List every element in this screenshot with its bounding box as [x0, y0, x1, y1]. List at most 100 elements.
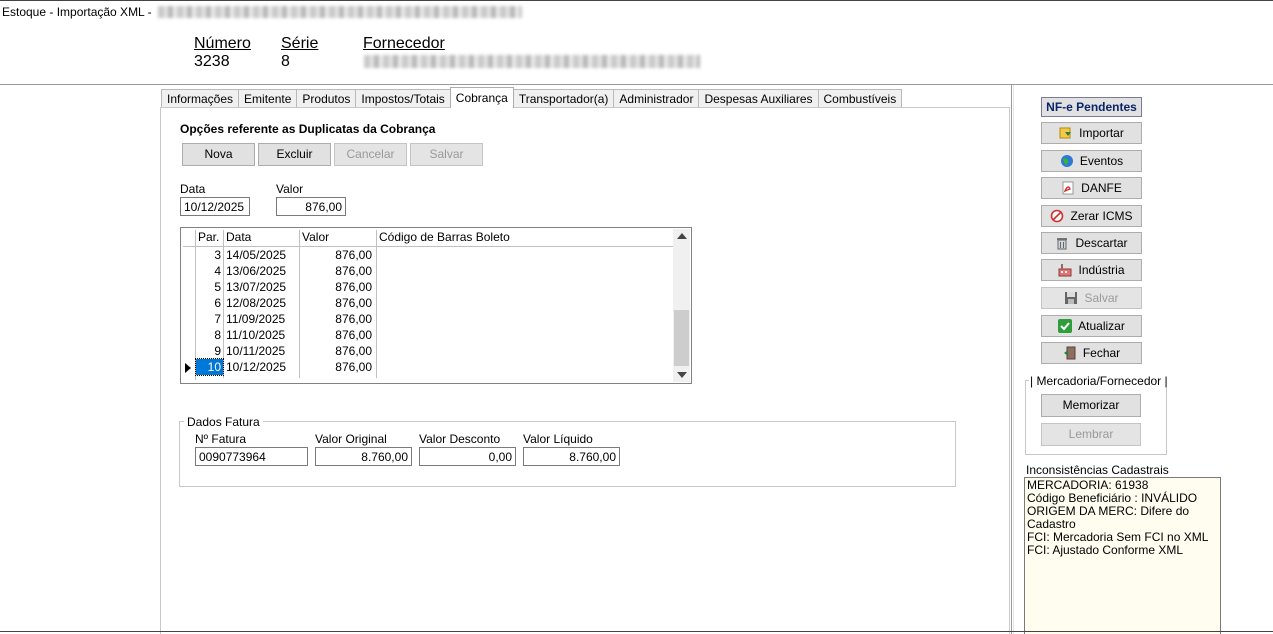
tab-emitente[interactable]: Emitente [238, 89, 298, 108]
danfe-label: DANFE [1081, 181, 1122, 195]
scroll-thumb[interactable] [674, 310, 689, 366]
data-input[interactable]: 10/12/2025 [180, 197, 250, 216]
cell-par[interactable]: 6 [196, 295, 223, 311]
save-icon [1064, 291, 1078, 305]
cell-par[interactable]: 5 [196, 279, 223, 295]
scroll-up-icon[interactable] [677, 233, 687, 239]
tab-strip: Informações Emitente Produtos Impostos/T… [161, 87, 903, 108]
importar-button[interactable]: Importar [1041, 122, 1142, 144]
tab-informacoes[interactable]: Informações [161, 89, 240, 108]
atualizar-label: Atualizar [1078, 319, 1125, 333]
cell-data[interactable]: 11/10/2025 [226, 327, 298, 343]
valor-liquido-input[interactable]: 8.760,00 [523, 447, 620, 466]
dados-fatura-title: Dados Fatura [184, 415, 263, 429]
valor-original-input[interactable]: 8.760,00 [315, 447, 412, 466]
header-divider [0, 84, 1273, 85]
cell-data[interactable]: 12/08/2025 [226, 295, 298, 311]
importar-label: Importar [1079, 126, 1124, 140]
valor-desconto-label: Valor Desconto [419, 432, 501, 446]
cell-codigo[interactable] [379, 343, 669, 359]
nova-button[interactable]: Nova [182, 143, 255, 166]
cell-data[interactable]: 10/11/2025 [226, 343, 298, 359]
tab-produtos[interactable]: Produtos [296, 89, 357, 108]
cell-data[interactable]: 14/05/2025 [226, 247, 298, 263]
tab-administrador[interactable]: Administrador [613, 89, 700, 108]
table-row[interactable]: 3 14/05/2025 876,00 [181, 247, 673, 263]
cell-data[interactable]: 13/06/2025 [226, 263, 298, 279]
table-row[interactable]: 8 11/10/2025 876,00 [181, 327, 673, 343]
tab-combustiveis[interactable]: Combustíveis [817, 89, 903, 108]
cell-codigo[interactable] [379, 279, 669, 295]
nfe-pendentes-button[interactable]: NF-e Pendentes [1041, 97, 1142, 117]
descartar-label: Descartar [1075, 236, 1128, 250]
descartar-button[interactable]: Descartar [1041, 232, 1142, 254]
cell-codigo[interactable] [379, 327, 669, 343]
zerar-icms-button[interactable]: Zerar ICMS [1041, 205, 1142, 227]
globe-icon [1060, 154, 1074, 168]
cell-codigo[interactable] [379, 359, 669, 375]
cell-codigo[interactable] [379, 295, 669, 311]
cell-valor[interactable]: 876,00 [300, 247, 374, 263]
cell-valor[interactable]: 876,00 [300, 311, 374, 327]
n-fatura-input[interactable]: 0090773964 [195, 447, 308, 466]
table-row[interactable]: 9 10/11/2025 876,00 [181, 343, 673, 359]
valor-original-label: Valor Original [315, 432, 387, 446]
valor-desconto-input[interactable]: 0,00 [419, 447, 516, 466]
inconsistencias-memo[interactable]: MERCADORIA: 61938 Código Beneficiário : … [1024, 477, 1221, 634]
col-valor[interactable]: Valor [300, 230, 377, 246]
duplicatas-grid[interactable]: Par. Data Valor Código de Barras Boleto … [180, 227, 692, 384]
memorizar-button[interactable]: Memorizar [1041, 394, 1141, 417]
table-row[interactable]: 5 13/07/2025 876,00 [181, 279, 673, 295]
danfe-button[interactable]: DANFE [1041, 177, 1142, 199]
cell-valor[interactable]: 876,00 [300, 327, 374, 343]
col-codigo-barras[interactable]: Código de Barras Boleto [377, 230, 673, 246]
table-row[interactable]: 6 12/08/2025 876,00 [181, 295, 673, 311]
valor-liquido-label: Valor Líquido [523, 432, 593, 446]
cell-data[interactable]: 11/09/2025 [226, 311, 298, 327]
table-row[interactable]: 10 10/12/2025 876,00 [181, 358, 673, 376]
cell-data[interactable]: 13/07/2025 [226, 279, 298, 295]
cell-par[interactable]: 9 [196, 343, 223, 359]
tab-impostos-totais[interactable]: Impostos/Totais [355, 89, 451, 108]
door-exit-icon [1063, 346, 1077, 360]
prohibited-icon [1050, 209, 1064, 223]
table-row[interactable]: 4 13/06/2025 876,00 [181, 263, 673, 279]
scroll-down-icon[interactable] [677, 372, 687, 378]
excluir-button[interactable]: Excluir [258, 143, 331, 166]
cell-codigo[interactable] [379, 263, 669, 279]
section-title: Opções referente as Duplicatas da Cobran… [180, 122, 436, 136]
grid-scrollbar[interactable] [673, 229, 690, 382]
industria-button[interactable]: Indústria [1041, 259, 1142, 281]
cell-data[interactable]: 10/12/2025 [226, 359, 298, 375]
window-title: Estoque - Importação XML - [2, 5, 152, 19]
cell-par[interactable]: 4 [196, 263, 223, 279]
cell-par[interactable]: 3 [196, 247, 223, 263]
cell-valor[interactable]: 876,00 [300, 359, 374, 375]
cancelar-button[interactable]: Cancelar [334, 143, 407, 166]
cell-par[interactable]: 10 [195, 358, 224, 376]
tab-cobranca[interactable]: Cobrança [449, 87, 514, 108]
cell-valor[interactable]: 876,00 [300, 295, 374, 311]
cell-par[interactable]: 8 [196, 327, 223, 343]
cell-codigo[interactable] [379, 247, 669, 263]
cell-valor[interactable]: 876,00 [300, 279, 374, 295]
col-par[interactable]: Par. [196, 230, 224, 246]
trash-icon [1055, 236, 1069, 250]
tab-despesas-auxiliares[interactable]: Despesas Auxiliares [698, 89, 819, 108]
table-row[interactable]: 7 11/09/2025 876,00 [181, 311, 673, 327]
sidebar-divider [1011, 85, 1012, 634]
tab-transportador[interactable]: Transportador(a) [512, 89, 615, 108]
eventos-label: Eventos [1079, 154, 1124, 168]
valor-input[interactable]: 876,00 [276, 197, 346, 216]
cell-codigo[interactable] [379, 311, 669, 327]
atualizar-button[interactable]: Atualizar [1041, 315, 1142, 337]
fechar-button[interactable]: Fechar [1041, 342, 1142, 364]
col-data[interactable]: Data [224, 230, 300, 246]
salvar-sidebar-button[interactable]: Salvar [1041, 287, 1142, 309]
cell-valor[interactable]: 876,00 [300, 343, 374, 359]
salvar-button[interactable]: Salvar [410, 143, 483, 166]
cell-valor[interactable]: 876,00 [300, 263, 374, 279]
lembrar-button[interactable]: Lembrar [1041, 423, 1141, 446]
cell-par[interactable]: 7 [196, 311, 223, 327]
eventos-button[interactable]: Eventos [1041, 150, 1142, 172]
